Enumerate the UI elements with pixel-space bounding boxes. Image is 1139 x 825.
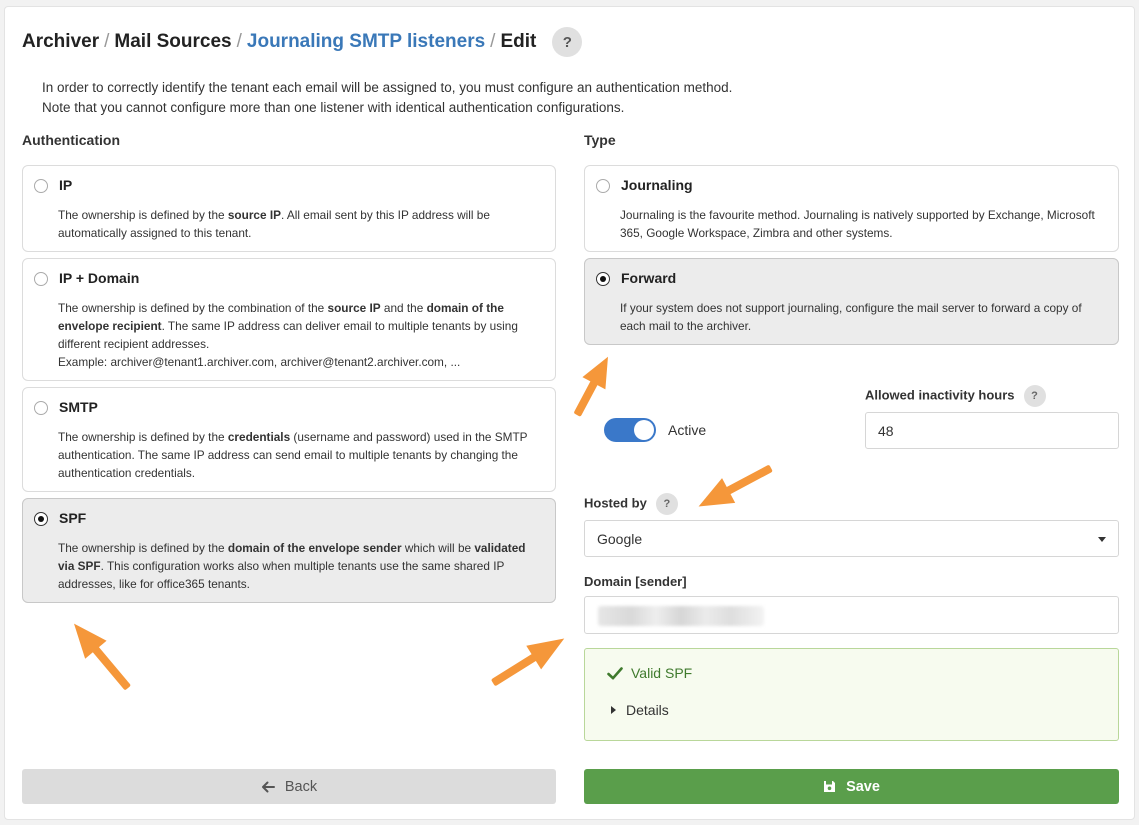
breadcrumb-separator: / — [490, 31, 496, 52]
inactivity-label-row: Allowed inactivity hours? — [865, 385, 1046, 407]
inactivity-hours-input[interactable]: 48 — [865, 412, 1119, 449]
breadcrumb-edit: Edit — [500, 31, 537, 52]
hosted-by-label-row: Hosted by? — [584, 493, 678, 515]
type-option-forward[interactable]: Forward If your system does not support … — [584, 258, 1119, 345]
auth-option-description: The ownership is defined by the combinat… — [58, 301, 518, 369]
save-label: Save — [846, 778, 880, 795]
auth-option-description: The ownership is defined by the credenti… — [58, 430, 528, 480]
radio-smtp[interactable] — [34, 401, 48, 415]
breadcrumb-archiver[interactable]: Archiver — [22, 31, 99, 53]
type-option-description: Journaling is the favourite method. Jour… — [620, 208, 1095, 240]
type-option-title: Forward — [621, 270, 677, 286]
auth-option-ip-domain[interactable]: IP + Domain The ownership is defined by … — [22, 258, 556, 381]
floppy-disk-icon — [824, 781, 836, 792]
auth-option-title: IP + Domain — [59, 270, 140, 286]
active-toggle[interactable] — [604, 418, 656, 442]
toggle-knob — [634, 420, 654, 440]
validation-status-row: Valid SPF — [607, 665, 692, 681]
auth-option-title: SPF — [59, 510, 87, 526]
radio-ip[interactable] — [34, 179, 48, 193]
breadcrumb-separator: / — [104, 31, 110, 52]
redacted-domain-value — [598, 606, 764, 626]
radio-journaling[interactable] — [596, 179, 610, 193]
type-label: Type — [584, 132, 616, 148]
arrow-left-icon — [261, 781, 275, 792]
radio-ip-domain[interactable] — [34, 272, 48, 286]
type-option-description: If your system does not support journali… — [620, 301, 1082, 333]
help-icon[interactable]: ? — [1023, 385, 1046, 407]
domain-sender-input[interactable] — [584, 596, 1119, 634]
radio-spf[interactable] — [34, 512, 48, 526]
hosted-by-selected: Google — [597, 530, 643, 547]
spf-validation-box: Valid SPF Details — [584, 648, 1119, 741]
validation-status: Valid SPF — [631, 665, 693, 681]
radio-forward[interactable] — [596, 272, 610, 286]
hosted-by-label: Hosted by — [584, 495, 647, 511]
inactivity-hours-value: 48 — [878, 422, 894, 439]
auth-option-spf[interactable]: SPF The ownership is defined by the doma… — [22, 498, 556, 603]
hosted-by-select[interactable]: Google — [584, 520, 1119, 557]
type-option-title: Journaling — [621, 177, 693, 193]
intro-text: In order to correctly identify the tenan… — [42, 78, 732, 118]
dropdown-caret-icon — [1098, 537, 1106, 542]
breadcrumb-separator: / — [236, 31, 242, 52]
save-button[interactable]: Save — [584, 769, 1119, 804]
auth-option-example: Example: archiver@tenant1.archiver.com, … — [58, 355, 461, 369]
auth-option-smtp[interactable]: SMTP The ownership is defined by the cre… — [22, 387, 556, 492]
auth-option-title: SMTP — [59, 399, 98, 415]
inactivity-label: Allowed inactivity hours — [865, 387, 1015, 403]
domain-label: Domain [sender] — [584, 574, 687, 589]
auth-option-title: IP — [59, 177, 73, 193]
checkmark-icon — [607, 666, 623, 679]
breadcrumb-mail-sources[interactable]: Mail Sources — [114, 31, 231, 53]
disclosure-triangle-icon — [611, 706, 616, 714]
auth-option-ip[interactable]: IP The ownership is defined by the sourc… — [22, 165, 556, 252]
details-label: Details — [626, 702, 669, 718]
help-icon[interactable]: ? — [655, 493, 678, 515]
intro-line-1: In order to correctly identify the tenan… — [42, 80, 733, 95]
back-button[interactable]: Back — [22, 769, 556, 804]
auth-option-description: The ownership is defined by the source I… — [58, 208, 490, 240]
active-label: Active — [668, 422, 707, 438]
back-label: Back — [284, 778, 318, 795]
details-disclosure[interactable]: Details — [611, 702, 669, 718]
type-option-journaling[interactable]: Journaling Journaling is the favourite m… — [584, 165, 1119, 252]
breadcrumb: Archiver / Mail Sources / Journaling SMT… — [22, 27, 583, 57]
authentication-label: Authentication — [22, 132, 120, 148]
auth-option-description: The ownership is defined by the domain o… — [58, 541, 526, 591]
breadcrumb-journaling-listeners-link[interactable]: Journaling SMTP listeners — [247, 31, 485, 53]
intro-line-2: Note that you cannot configure more than… — [42, 100, 625, 115]
help-icon[interactable]: ? — [552, 27, 583, 57]
